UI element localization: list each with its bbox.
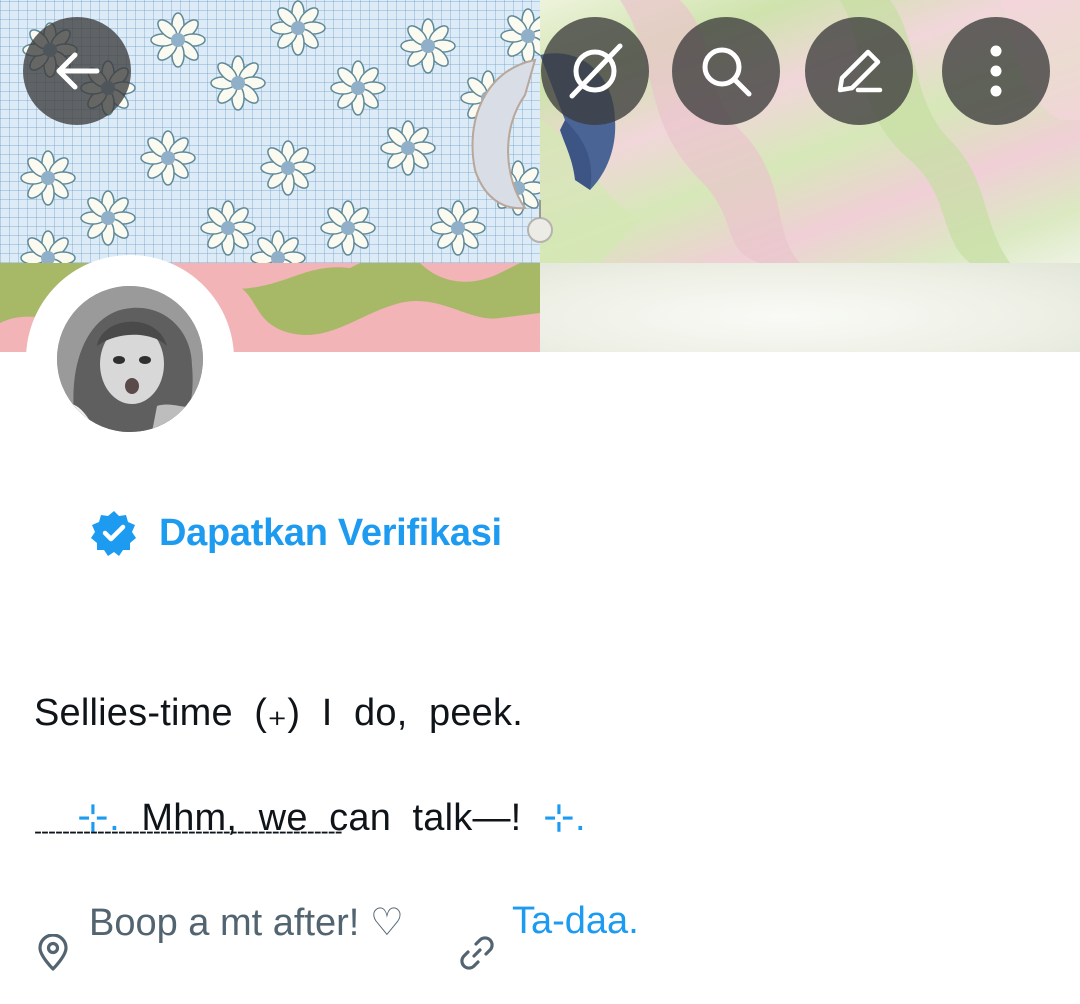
website-link[interactable]: Ta-daa. — [512, 900, 639, 943]
edit-button[interactable] — [805, 17, 913, 125]
flower-pattern-icon — [260, 140, 316, 196]
profile-page: Dapatkan Verifikasi Sellies-time (₊) I d… — [0, 0, 1080, 1004]
sparkle-icon: ⊹. — [542, 797, 586, 839]
avatar-photo — [57, 286, 203, 432]
bio-divider: ----------------------------------------… — [34, 818, 343, 845]
flower-pattern-icon — [210, 55, 266, 111]
flower-pattern-icon — [400, 18, 456, 74]
more-vertical-icon — [990, 45, 1002, 97]
flower-pattern-icon — [330, 60, 386, 116]
avatar[interactable] — [57, 286, 203, 432]
grok-button[interactable] — [541, 17, 649, 125]
back-button[interactable] — [23, 17, 131, 125]
flower-pattern-icon — [270, 0, 326, 56]
get-verified-label: Dapatkan Verifikasi — [159, 511, 502, 554]
pencil-icon — [837, 49, 883, 93]
flower-pattern-icon — [140, 130, 196, 186]
flower-pattern-icon — [320, 200, 376, 256]
banner-white-fur — [540, 263, 1080, 352]
flower-pattern-icon — [380, 120, 436, 176]
location-text: Boop a mt after! ♡ — [89, 902, 404, 944]
flower-pattern-icon — [150, 12, 206, 68]
verified-badge-icon — [91, 511, 136, 556]
link-icon — [460, 936, 494, 970]
search-button[interactable] — [672, 17, 780, 125]
get-verified-link[interactable]: Dapatkan Verifikasi — [90, 503, 502, 563]
arrow-left-icon — [56, 52, 100, 90]
bio-line-1: Sellies-time (₊) I do, peek. — [34, 692, 523, 734]
grok-icon — [569, 43, 623, 99]
flower-pattern-icon — [80, 190, 136, 246]
search-icon — [702, 47, 752, 97]
flower-pattern-icon — [200, 200, 256, 256]
location-pin-icon — [38, 934, 68, 971]
more-button[interactable] — [942, 17, 1050, 125]
flower-pattern-icon — [20, 150, 76, 206]
